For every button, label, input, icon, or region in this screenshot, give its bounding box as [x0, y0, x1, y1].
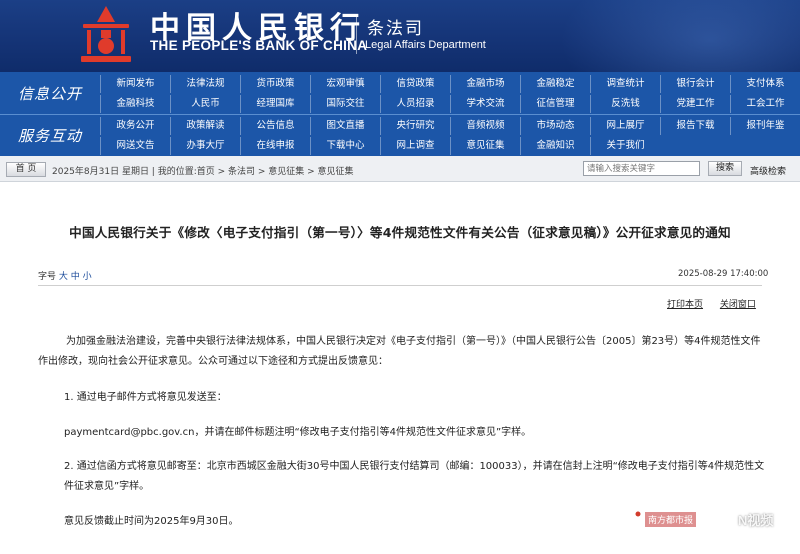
nav-item[interactable]: 人民币: [170, 95, 240, 113]
search-input[interactable]: [583, 161, 700, 176]
nav-item[interactable]: 经理国库: [240, 95, 310, 113]
font-size-label: 字号: [38, 272, 57, 282]
nav-item[interactable]: 公告信息: [240, 117, 310, 135]
nav-item[interactable]: 金融市场: [450, 75, 520, 93]
banner-glow: [560, 0, 800, 72]
nav-group-service: 服务互动: [17, 126, 82, 145]
nav-item[interactable]: 音频视频: [450, 117, 520, 135]
header-divider: [356, 14, 357, 54]
nav-item[interactable]: 网送文告: [100, 137, 170, 155]
nav-item[interactable]: 宏观审慎: [310, 75, 380, 93]
nav-item[interactable]: 银行会计: [660, 75, 730, 93]
page-title: 中国人民银行关于《修改〈电子支付指引（第一号）〉等4件规范性文件有关公告（征求意…: [69, 225, 731, 240]
nav-item[interactable]: 政策解读: [170, 117, 240, 135]
header-banner: 中国人民银行 THE PEOPLE'S BANK OF CHINA 条法司 Le…: [0, 0, 800, 72]
nvideo-text: N视频: [738, 512, 774, 528]
nav-item[interactable]: 人员招录: [380, 95, 450, 113]
nav-item[interactable]: 报刊年鉴: [730, 117, 800, 135]
n-video-icon: [719, 511, 733, 527]
nav-item[interactable]: 金融知识: [520, 137, 590, 155]
nav-divider: [0, 114, 800, 115]
pboc-logo-icon[interactable]: [75, 4, 137, 66]
paragraph: 1. 通过电子邮件方式将意见发送至：: [64, 392, 227, 403]
breadcrumb: 2025年8月31日 星期日 | 我的位置:首页 > 条法司 > 意见征集 > …: [52, 167, 354, 177]
search-button[interactable]: 搜索: [708, 161, 742, 176]
nav-item[interactable]: 法律法规: [170, 75, 240, 93]
nc-logo-icon: [598, 508, 641, 530]
nav-item[interactable]: 关于我们: [590, 137, 660, 155]
home-button[interactable]: 首 页: [6, 162, 46, 177]
nvideo-watermark: N视频: [717, 506, 773, 532]
paragraph: 为加强金融法治建设，完善中央银行法律法规体系，中国人民银行决定对《电子支付指引（…: [38, 336, 761, 367]
nav-item[interactable]: 报告下载: [660, 117, 730, 135]
nav-item[interactable]: 网上调查: [380, 137, 450, 155]
font-size-switcher: 字号 大 中 小: [38, 269, 92, 282]
nav-item[interactable]: 货币政策: [240, 75, 310, 93]
nav-item[interactable]: 反洗钱: [590, 95, 660, 113]
article: 中国人民银行关于《修改〈电子支付指引（第一号）〉等4件规范性文件有关公告（征求意…: [0, 183, 800, 554]
breadcrumb-bar: 首 页 2025年8月31日 星期日 | 我的位置:首页 > 条法司 > 意见征…: [0, 156, 800, 182]
nav-item[interactable]: 政务公开: [100, 117, 170, 135]
bank-name-en: THE PEOPLE'S BANK OF CHINA: [150, 38, 368, 53]
nav-item[interactable]: 下载中心: [310, 137, 380, 155]
dept-name-en: Legal Affairs Department: [365, 39, 486, 51]
nav-item[interactable]: 新闻发布: [100, 75, 170, 93]
font-size-large[interactable]: 大: [59, 272, 68, 282]
nav-item[interactable]: 征信管理: [520, 95, 590, 113]
nav-item[interactable]: 支付体系: [730, 75, 800, 93]
nav-item[interactable]: 国际交往: [310, 95, 380, 113]
print-link[interactable]: 打印本页: [667, 300, 703, 310]
nav-item[interactable]: 图文直播: [310, 117, 380, 135]
nav-item[interactable]: 信贷政策: [380, 75, 450, 93]
nav-row-4: 网送文告 办事大厅 在线申报 下载中心 网上调查 意见征集 金融知识 关于我们: [100, 137, 800, 155]
nav-item[interactable]: 市场动态: [520, 117, 590, 135]
nav-item[interactable]: 办事大厅: [170, 137, 240, 155]
nav-group-info: 信息公开: [17, 84, 82, 103]
font-size-medium[interactable]: 中: [71, 272, 80, 282]
nandu-watermark: 南方都市报: [598, 506, 697, 532]
nav-item[interactable]: 工会工作: [730, 95, 800, 113]
advanced-search-link[interactable]: 高级检索: [750, 164, 786, 177]
nav-item[interactable]: 在线申报: [240, 137, 310, 155]
nav-item[interactable]: 金融稳定: [520, 75, 590, 93]
main-nav: 信息公开 服务互动 新闻发布 法律法规 货币政策 宏观审慎 信贷政策 金融市场 …: [0, 72, 800, 156]
nav-item[interactable]: 意见征集: [450, 137, 520, 155]
close-window-link[interactable]: 关闭窗口: [720, 300, 756, 310]
article-divider: [38, 285, 762, 286]
paragraph: 2. 通过信函方式将意见邮寄至：北京市西城区金融大街30号中国人民银行支付结算司…: [64, 461, 765, 492]
nav-item[interactable]: 党建工作: [660, 95, 730, 113]
nav-item[interactable]: 调查统计: [590, 75, 660, 93]
publish-datetime: 2025-08-29 17:40:00: [678, 269, 769, 279]
nav-row-3: 政务公开 政策解读 公告信息 图文直播 央行研究 音频视频 市场动态 网上展厅 …: [100, 117, 800, 135]
nc-label: 南方都市报: [645, 511, 697, 527]
nav-item[interactable]: 学术交流: [450, 95, 520, 113]
nav-item[interactable]: 央行研究: [380, 117, 450, 135]
dept-name-cn: 条法司: [367, 19, 424, 39]
nav-row-1: 新闻发布 法律法规 货币政策 宏观审慎 信贷政策 金融市场 金融稳定 调查统计 …: [100, 75, 800, 93]
nav-item[interactable]: 金融科技: [100, 95, 170, 113]
font-size-small[interactable]: 小: [83, 272, 92, 282]
article-tools: 打印本页 关闭窗口: [667, 297, 756, 310]
nav-item[interactable]: 网上展厅: [590, 117, 660, 135]
nav-row-2: 金融科技 人民币 经理国库 国际交往 人员招录 学术交流 征信管理 反洗钱 党建…: [100, 95, 800, 113]
paragraph: paymentcard@pbc.gov.cn，并请在邮件标题注明“修改电子支付指…: [64, 427, 532, 438]
